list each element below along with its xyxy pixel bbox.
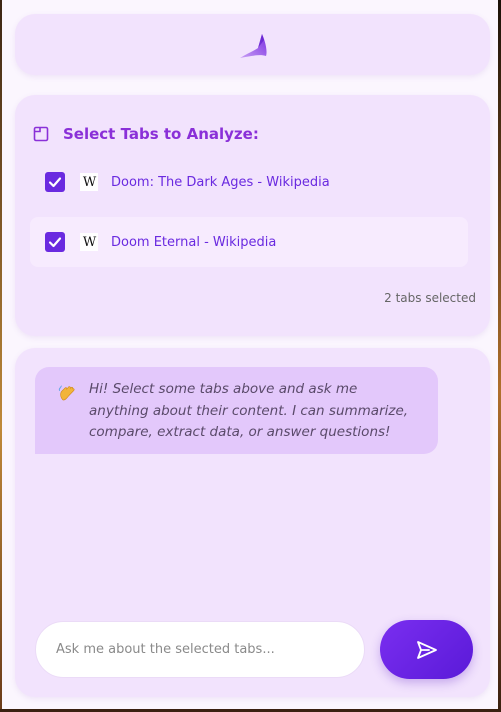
- wikipedia-favicon-icon: W: [80, 173, 98, 191]
- tab-option[interactable]: W Doom Eternal - Wikipedia: [30, 217, 468, 267]
- tab-selector-header: Select Tabs to Analyze:: [33, 123, 259, 145]
- tab-checkbox[interactable]: [45, 172, 65, 192]
- tab-selector-card: Select Tabs to Analyze: W Doom: The Dark…: [15, 95, 490, 336]
- send-button[interactable]: [380, 620, 473, 679]
- chat-input[interactable]: [35, 621, 365, 678]
- assistant-message-text: Hi! Select some tabs above and ask me an…: [89, 381, 409, 440]
- checkmark-icon: [48, 237, 62, 248]
- megaphone-horn-icon: [240, 34, 267, 58]
- selected-tabs-count: 2 tabs selected: [384, 291, 476, 305]
- header-card: [15, 14, 490, 75]
- tab-checkbox[interactable]: [45, 232, 65, 252]
- assistant-message: Hi! Select some tabs above and ask me an…: [35, 367, 438, 454]
- tab-selector-title: Select Tabs to Analyze:: [63, 125, 259, 143]
- chat-card: Hi! Select some tabs above and ask me an…: [15, 348, 490, 697]
- tab-icon: [33, 126, 49, 142]
- checkmark-icon: [48, 177, 62, 188]
- wikipedia-favicon-icon: W: [80, 233, 98, 251]
- send-icon: [416, 640, 437, 659]
- tab-option[interactable]: W Doom: The Dark Ages - Wikipedia: [30, 157, 468, 207]
- tab-title: Doom: The Dark Ages - Wikipedia: [111, 174, 330, 190]
- tab-title: Doom Eternal - Wikipedia: [111, 234, 277, 250]
- waving-hand-icon: [58, 385, 75, 401]
- sidebar-panel: Select Tabs to Analyze: W Doom: The Dark…: [2, 0, 498, 709]
